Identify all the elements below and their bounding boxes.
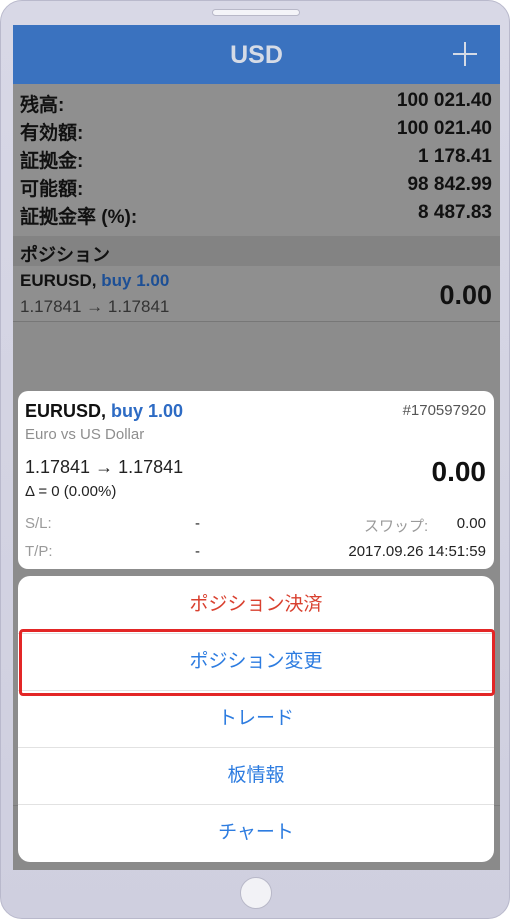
detail-ticket: #170597920 [402,402,486,419]
position-row[interactable]: EURUSD, buy 1.00 1.17841 → 1.17841 0.00 [13,266,500,322]
account-summary: 残高: 100 021.40 有効額: 100 021.40 証拠金: 1 17… [13,84,500,236]
detail-delta: Δ = 0 (0.00%) [25,483,117,500]
equity-value: 100 021.40 [396,118,492,139]
tp-label: T/P: [25,543,53,560]
home-button[interactable] [240,877,272,909]
top-bar: USD [13,25,500,84]
detail-type: buy 1.00 [111,401,184,421]
balance-value: 100 021.40 [396,90,492,111]
margin-level-label: 証拠金率 (%): [20,207,138,228]
balance-label: 残高: [20,95,65,116]
position-profit: 0.00 [439,280,492,310]
open-time: 2017.09.26 14:51:59 [348,543,486,560]
speaker-slot [212,9,300,16]
free-margin-value: 98 842.99 [407,174,492,195]
depth-of-market-button[interactable]: 板情報 [18,747,494,804]
margin-level-row: 証拠金率 (%): 8 487.83 [13,198,500,228]
detail-symbol: EURUSD, [25,401,107,421]
detail-profit: 0.00 [431,456,487,487]
position-detail-card: EURUSD, buy 1.00 #170597920 Euro vs US D… [18,391,494,569]
margin-level-value: 8 487.83 [418,202,492,223]
trade-button[interactable]: トレード [18,690,494,747]
position-symbol: EURUSD, [20,271,97,290]
balance-row: 残高: 100 021.40 [13,86,500,116]
free-margin-label: 可能額: [20,179,84,200]
margin-label: 証拠金: [20,151,84,172]
swap-value: 0.00 [456,515,486,532]
detail-symbol-line: EURUSD, buy 1.00 [25,401,183,422]
swap-label: スワップ: [364,518,429,535]
position-prices: 1.17841 → 1.17841 [20,297,170,316]
detail-description: Euro vs US Dollar [25,426,145,443]
margin-value: 1 178.41 [418,146,492,167]
phone-frame: USD 残高: 100 021.40 有効額: 100 021.40 証拠金: … [0,0,510,919]
sl-label: S/L: [25,515,52,532]
chart-button[interactable]: チャート [18,804,494,861]
highlight-box [19,629,495,696]
close-position-button[interactable]: ポジション決済 [18,576,494,633]
equity-row: 有効額: 100 021.40 [13,114,500,144]
detail-prices: 1.17841 → 1.17841 [25,457,184,477]
sl-value: - [195,515,200,532]
free-margin-row: 可能額: 98 842.99 [13,170,500,200]
equity-label: 有効額: [20,123,84,144]
positions-section-title: ポジション [20,245,110,265]
margin-row: 証拠金: 1 178.41 [13,142,500,172]
currency-title: USD [230,41,283,69]
action-sheet: ポジション決済 ポジション変更 トレード 板情報 チャート [18,576,494,862]
app-screen: USD 残高: 100 021.40 有効額: 100 021.40 証拠金: … [13,25,500,870]
plus-icon[interactable] [453,42,477,66]
tp-value: - [195,543,200,560]
position-type: buy 1.00 [101,271,170,290]
positions-section-header: ポジション [13,236,500,266]
position-symbol-line: EURUSD, buy 1.00 [20,271,169,291]
